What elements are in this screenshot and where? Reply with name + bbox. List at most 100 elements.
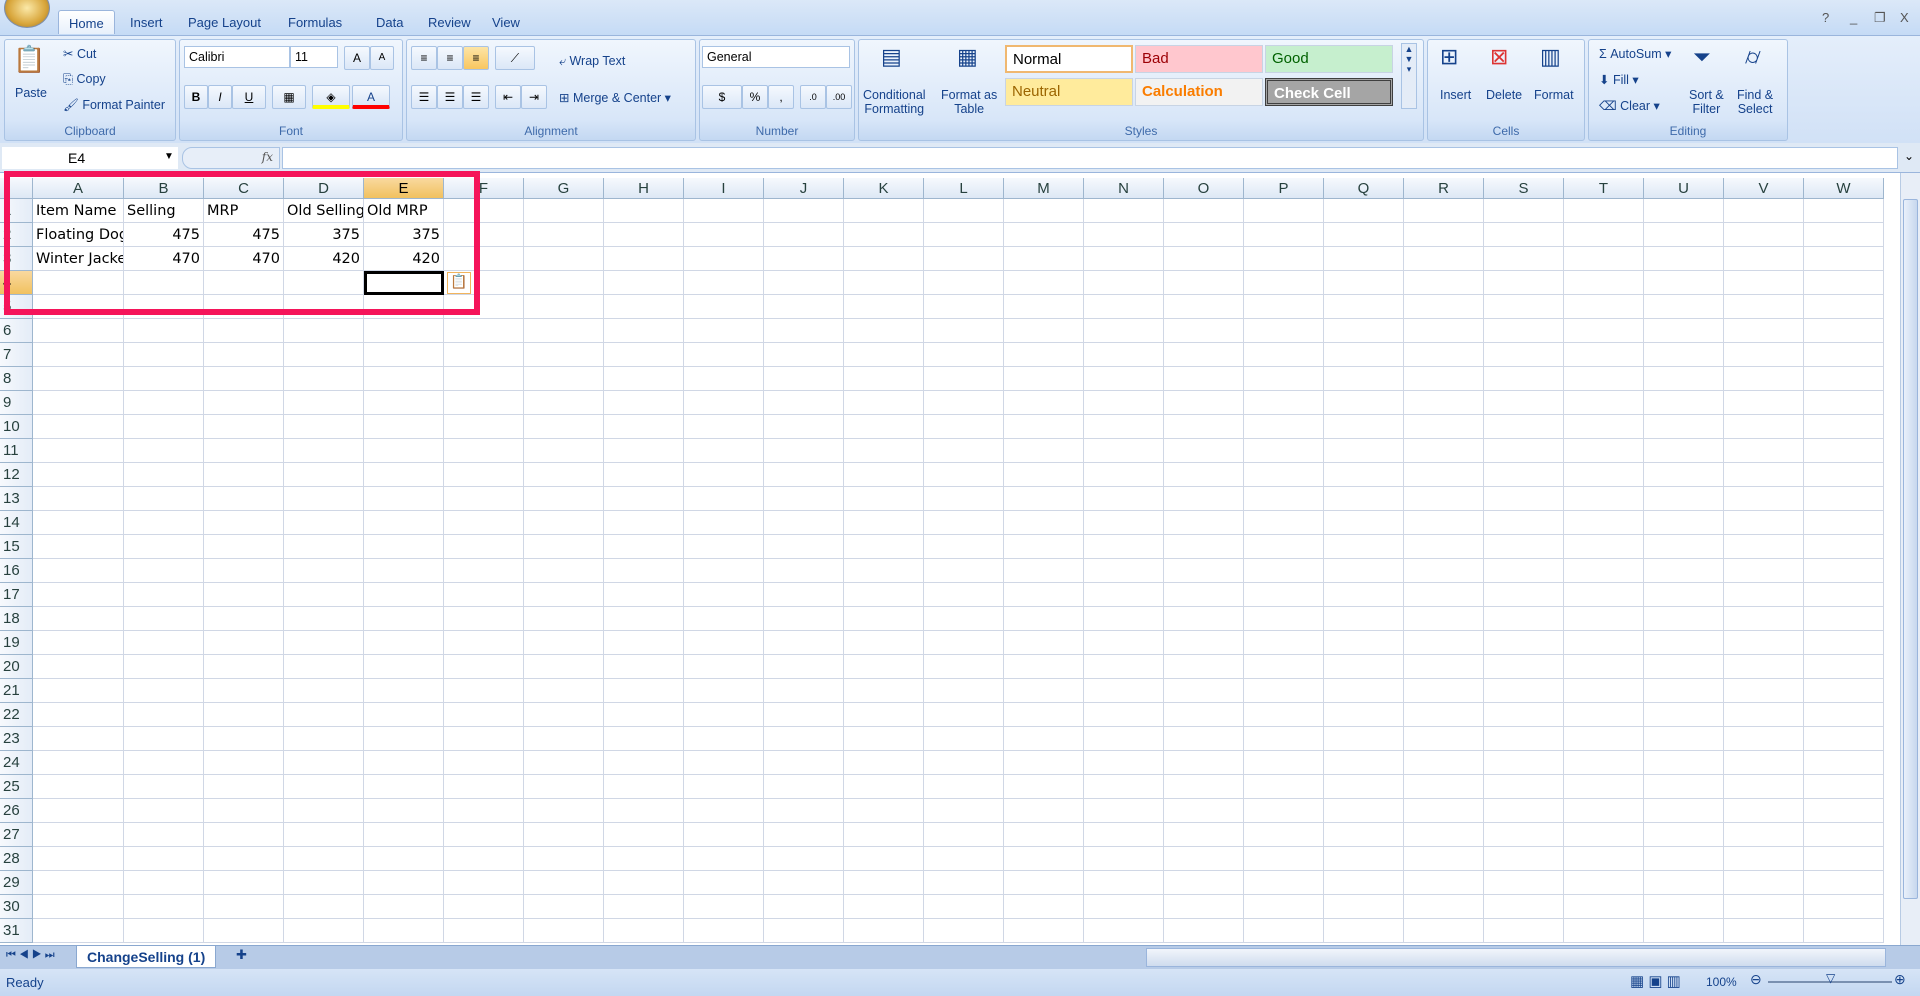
cell-Q4[interactable]: [1324, 271, 1404, 295]
cell-N13[interactable]: [1084, 487, 1164, 511]
cell-H6[interactable]: [604, 319, 684, 343]
cell-H9[interactable]: [604, 391, 684, 415]
cell-R25[interactable]: [1404, 775, 1484, 799]
cell-T14[interactable]: [1564, 511, 1644, 535]
cell-O25[interactable]: [1164, 775, 1244, 799]
cell-U11[interactable]: [1644, 439, 1724, 463]
cell-V1[interactable]: [1724, 199, 1804, 223]
cell-K2[interactable]: [844, 223, 924, 247]
cell-S6[interactable]: [1484, 319, 1564, 343]
row-header-10[interactable]: 10: [0, 415, 33, 439]
cell-K20[interactable]: [844, 655, 924, 679]
cell-H2[interactable]: [604, 223, 684, 247]
cell-Q19[interactable]: [1324, 631, 1404, 655]
cell-Q8[interactable]: [1324, 367, 1404, 391]
cell-R21[interactable]: [1404, 679, 1484, 703]
cell-O5[interactable]: [1164, 295, 1244, 319]
cell-C4[interactable]: [204, 271, 284, 295]
cell-B25[interactable]: [124, 775, 204, 799]
cell-L13[interactable]: [924, 487, 1004, 511]
cell-K22[interactable]: [844, 703, 924, 727]
row-header-18[interactable]: 18: [0, 607, 33, 631]
cell-H29[interactable]: [604, 871, 684, 895]
cell-O26[interactable]: [1164, 799, 1244, 823]
column-header-N[interactable]: N: [1084, 178, 1164, 199]
cell-A2[interactable]: Floating Dog: [33, 223, 124, 247]
cell-L12[interactable]: [924, 463, 1004, 487]
cell-O27[interactable]: [1164, 823, 1244, 847]
cell-O10[interactable]: [1164, 415, 1244, 439]
cell-K10[interactable]: [844, 415, 924, 439]
selected-cell-E4[interactable]: [364, 271, 444, 295]
cell-G17[interactable]: [524, 583, 604, 607]
font-color-button[interactable]: A: [352, 85, 390, 109]
cell-A11[interactable]: [33, 439, 124, 463]
row-header-13[interactable]: 13: [0, 487, 33, 511]
cell-J19[interactable]: [764, 631, 844, 655]
cell-O22[interactable]: [1164, 703, 1244, 727]
increase-indent-button[interactable]: ⇥: [521, 85, 547, 109]
cell-K24[interactable]: [844, 751, 924, 775]
cell-C6[interactable]: [204, 319, 284, 343]
column-header-O[interactable]: O: [1164, 178, 1244, 199]
column-header-U[interactable]: U: [1644, 178, 1724, 199]
cell-J15[interactable]: [764, 535, 844, 559]
cell-C26[interactable]: [204, 799, 284, 823]
cell-G3[interactable]: [524, 247, 604, 271]
cell-H10[interactable]: [604, 415, 684, 439]
cell-P30[interactable]: [1244, 895, 1324, 919]
cell-R31[interactable]: [1404, 919, 1484, 943]
row-header-2[interactable]: 2: [0, 223, 33, 247]
cell-O6[interactable]: [1164, 319, 1244, 343]
cell-G21[interactable]: [524, 679, 604, 703]
cell-E28[interactable]: [364, 847, 444, 871]
cell-U18[interactable]: [1644, 607, 1724, 631]
cell-D2[interactable]: 375: [284, 223, 364, 247]
cell-B28[interactable]: [124, 847, 204, 871]
cell-K7[interactable]: [844, 343, 924, 367]
cell-W27[interactable]: [1804, 823, 1884, 847]
cell-N7[interactable]: [1084, 343, 1164, 367]
cell-Q1[interactable]: [1324, 199, 1404, 223]
cell-B1[interactable]: Selling: [124, 199, 204, 223]
cell-K21[interactable]: [844, 679, 924, 703]
cell-R26[interactable]: [1404, 799, 1484, 823]
cell-S2[interactable]: [1484, 223, 1564, 247]
cell-T24[interactable]: [1564, 751, 1644, 775]
cell-Q15[interactable]: [1324, 535, 1404, 559]
column-header-I[interactable]: I: [684, 178, 764, 199]
cell-R17[interactable]: [1404, 583, 1484, 607]
cell-N14[interactable]: [1084, 511, 1164, 535]
cell-W16[interactable]: [1804, 559, 1884, 583]
currency-button[interactable]: $: [702, 85, 742, 109]
cell-U22[interactable]: [1644, 703, 1724, 727]
row-header-30[interactable]: 30: [0, 895, 33, 919]
cell-D1[interactable]: Old Selling: [284, 199, 364, 223]
cell-W20[interactable]: [1804, 655, 1884, 679]
cell-E25[interactable]: [364, 775, 444, 799]
view-buttons[interactable]: ▦ ▣ ▥: [1630, 972, 1681, 990]
help-icon[interactable]: ?: [1822, 10, 1829, 25]
cell-W1[interactable]: [1804, 199, 1884, 223]
align-top-button[interactable]: ≡: [411, 46, 437, 70]
cell-B12[interactable]: [124, 463, 204, 487]
cell-G23[interactable]: [524, 727, 604, 751]
cell-Q21[interactable]: [1324, 679, 1404, 703]
orientation-button[interactable]: ⟋: [495, 46, 535, 70]
column-header-G[interactable]: G: [524, 178, 604, 199]
cell-F27[interactable]: [444, 823, 524, 847]
row-header-23[interactable]: 23: [0, 727, 33, 751]
cell-J28[interactable]: [764, 847, 844, 871]
cell-L26[interactable]: [924, 799, 1004, 823]
cell-U5[interactable]: [1644, 295, 1724, 319]
cell-R3[interactable]: [1404, 247, 1484, 271]
cell-J9[interactable]: [764, 391, 844, 415]
row-header-8[interactable]: 8: [0, 367, 33, 391]
shrink-font-button[interactable]: A: [370, 46, 394, 70]
cell-F12[interactable]: [444, 463, 524, 487]
cell-B7[interactable]: [124, 343, 204, 367]
column-header-R[interactable]: R: [1404, 178, 1484, 199]
cell-E29[interactable]: [364, 871, 444, 895]
cell-B24[interactable]: [124, 751, 204, 775]
cell-D18[interactable]: [284, 607, 364, 631]
